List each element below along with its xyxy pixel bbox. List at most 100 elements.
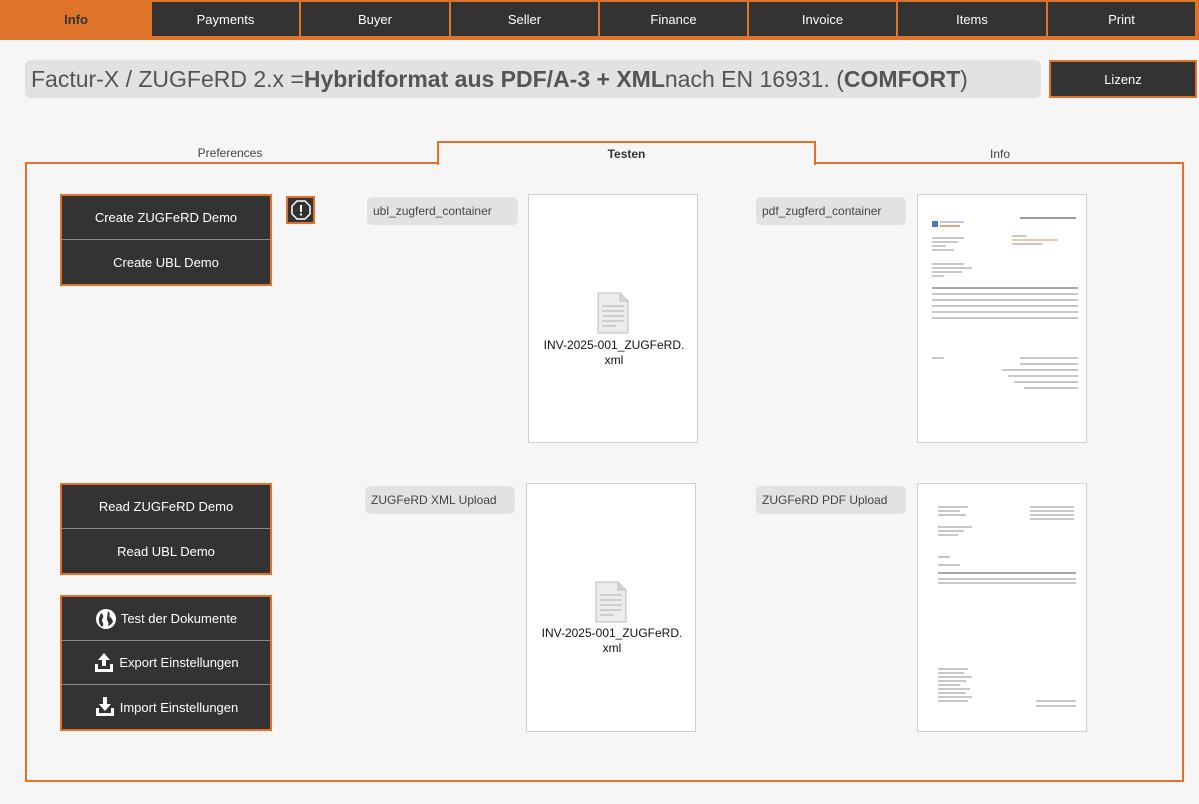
pdf-line xyxy=(938,692,966,694)
pdf-line xyxy=(938,506,968,508)
tab-finance[interactable]: Finance xyxy=(600,2,747,36)
title-bold: Hybridformat aus PDF/A-3 + XML xyxy=(303,65,665,92)
pdf-line xyxy=(938,578,1076,580)
pdf-line xyxy=(938,696,972,698)
pdf-line xyxy=(938,672,964,674)
pdf-line xyxy=(1030,510,1074,512)
title-profile: COMFORT xyxy=(843,65,961,92)
pdf-line xyxy=(932,311,1078,313)
create-ubl-demo-button[interactable]: Create UBL Demo xyxy=(62,240,270,284)
pdf-upload-preview-page xyxy=(924,492,1082,724)
pdf-line xyxy=(932,237,964,239)
tab-invoice[interactable]: Invoice xyxy=(749,2,896,36)
xml-upload-file-name-line1: INV-2025-001_ZUGFeRD. xyxy=(541,626,683,640)
pdf-line xyxy=(1020,357,1078,359)
ubl-zugferd-container-label: ubl_zugferd_container xyxy=(367,197,518,225)
page-title: Factur-X / ZUGFeRD 2.x = Hybridformat au… xyxy=(25,60,1041,98)
pdf-line xyxy=(938,680,966,682)
pdf-line xyxy=(940,221,964,223)
tab-info[interactable]: Info xyxy=(2,2,150,36)
pdf-line xyxy=(938,684,960,686)
pdf-line xyxy=(932,275,944,277)
subtab-testen[interactable]: Testen xyxy=(437,141,816,165)
pdf-line xyxy=(1002,369,1078,371)
zugferd-xml-upload-container[interactable]: INV-2025-001_ZUGFeRD. xml xyxy=(526,483,696,732)
download-icon xyxy=(95,697,114,716)
ubl-file-name: INV-2025-001_ZUGFeRD. xml xyxy=(529,338,699,368)
pdf-line xyxy=(932,249,954,251)
pdf-line xyxy=(1012,243,1042,245)
pdf-line xyxy=(938,688,970,690)
upload-icon xyxy=(95,652,114,672)
ubl-zugferd-container[interactable]: INV-2025-001_ZUGFeRD. xml xyxy=(528,194,698,443)
title-prefix: Factur-X / ZUGFeRD 2.x = xyxy=(31,65,304,92)
pdf-line xyxy=(1030,506,1074,508)
test-documents-button[interactable]: Test der Dokumente xyxy=(62,597,270,641)
pdf-line xyxy=(940,225,960,227)
pdf-line xyxy=(938,530,964,532)
pdf-line xyxy=(932,287,1078,289)
pdf-line xyxy=(938,676,972,678)
pdf-zugferd-container-label: pdf_zugferd_container xyxy=(756,197,906,225)
read-zugferd-demo-button[interactable]: Read ZUGFeRD Demo xyxy=(62,485,270,529)
ubl-file-name-line1: INV-2025-001_ZUGFeRD. xyxy=(543,338,685,352)
pdf-line xyxy=(1030,518,1074,520)
pdf-logo xyxy=(932,221,938,227)
pdf-line xyxy=(938,572,1076,574)
pdf-line xyxy=(932,293,1078,295)
xml-upload-file-name-line2: xml xyxy=(602,641,622,655)
export-settings-button[interactable]: Export Einstellungen xyxy=(62,641,270,685)
test-documents-label: Test der Dokumente xyxy=(120,611,238,626)
tab-seller[interactable]: Seller xyxy=(451,2,598,36)
warning-icon xyxy=(290,200,311,220)
xml-upload-file-name: INV-2025-001_ZUGFeRD. xml xyxy=(527,626,697,656)
pdf-line xyxy=(932,271,962,273)
globe-icon xyxy=(95,608,116,629)
pdf-line xyxy=(938,564,960,566)
pdf-preview-page xyxy=(924,203,1082,433)
pdf-line xyxy=(932,267,972,269)
read-buttons-group: Read ZUGFeRD Demo Read UBL Demo xyxy=(60,483,272,575)
settings-buttons-group: Test der Dokumente Export Einstellungen … xyxy=(60,595,272,731)
document-file-icon xyxy=(595,581,627,623)
pdf-line xyxy=(938,668,968,670)
pdf-line xyxy=(1024,387,1078,389)
tab-buyer[interactable]: Buyer xyxy=(301,2,449,36)
pdf-line xyxy=(1036,700,1076,702)
lizenz-button[interactable]: Lizenz xyxy=(1049,60,1197,98)
pdf-line xyxy=(938,526,972,528)
pdf-zugferd-container[interactable] xyxy=(917,194,1087,443)
warning-button[interactable] xyxy=(286,196,315,224)
pdf-line xyxy=(932,241,958,243)
tab-print[interactable]: Print xyxy=(1048,2,1195,36)
tab-payments[interactable]: Payments xyxy=(152,2,299,36)
create-zugferd-demo-button[interactable]: Create ZUGFeRD Demo xyxy=(62,196,270,240)
document-file-icon xyxy=(597,292,629,334)
subtab-preferences[interactable]: Preferences xyxy=(130,146,330,160)
create-buttons-group: Create ZUGFeRD Demo Create UBL Demo xyxy=(60,194,272,286)
pdf-line xyxy=(1012,239,1058,241)
read-ubl-demo-button[interactable]: Read UBL Demo xyxy=(62,529,270,573)
zugferd-pdf-upload-container[interactable] xyxy=(917,483,1087,732)
pdf-line xyxy=(932,305,1078,307)
subtab-info[interactable]: Info xyxy=(900,147,1100,161)
top-navigation: Info Payments Buyer Seller Finance Invoi… xyxy=(0,0,1199,40)
pdf-line xyxy=(938,514,966,516)
pdf-line xyxy=(938,534,958,536)
pdf-line xyxy=(938,582,1076,584)
pdf-line xyxy=(938,700,968,702)
pdf-line xyxy=(1030,514,1074,516)
pdf-line xyxy=(1020,217,1076,219)
export-settings-label: Export Einstellungen xyxy=(119,655,239,670)
import-settings-button[interactable]: Import Einstellungen xyxy=(62,685,270,729)
pdf-line xyxy=(938,556,950,558)
pdf-line xyxy=(932,245,946,247)
zugferd-xml-upload-label: ZUGFeRD XML Upload xyxy=(365,486,515,514)
pdf-line xyxy=(1008,375,1078,377)
import-settings-label: Import Einstellungen xyxy=(119,699,239,715)
ubl-file-name-line2: xml xyxy=(604,353,624,367)
tab-items[interactable]: Items xyxy=(898,2,1046,36)
pdf-line xyxy=(932,357,944,359)
pdf-line xyxy=(932,317,1078,319)
pdf-line xyxy=(932,299,1078,301)
